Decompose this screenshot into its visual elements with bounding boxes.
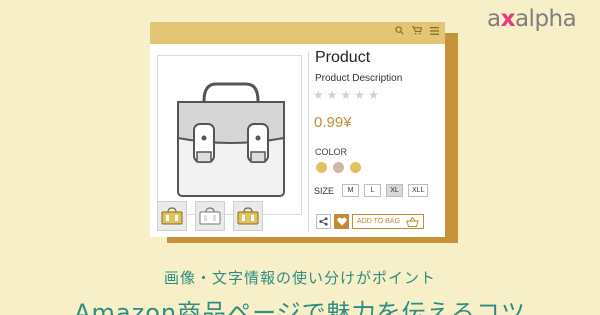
- product-price: 0.99¥: [314, 114, 352, 131]
- add-to-bag-button[interactable]: ADD TO BAG: [352, 214, 424, 229]
- size-option-selected[interactable]: XL: [386, 184, 404, 197]
- briefcase-icon: [177, 82, 285, 197]
- thumbnail-gold[interactable]: [157, 201, 187, 231]
- share-icon: [319, 217, 328, 226]
- size-option[interactable]: L: [364, 184, 382, 197]
- size-selector: SIZE M L XL XLL: [314, 184, 429, 197]
- thumbnail-white[interactable]: [195, 201, 225, 231]
- rating-stars[interactable]: ★ ★ ★ ★ ★: [313, 88, 379, 102]
- product-card: Product Product Description ★ ★ ★ ★ ★ 0.…: [150, 22, 445, 237]
- share-button[interactable]: [316, 214, 331, 229]
- star-icon[interactable]: ★: [327, 88, 338, 102]
- product-title: Product: [315, 49, 371, 66]
- color-swatch[interactable]: [316, 162, 327, 173]
- card-header: [150, 22, 445, 44]
- cart-icon[interactable]: [412, 26, 422, 35]
- divider: [308, 52, 309, 232]
- wishlist-button[interactable]: [334, 214, 349, 229]
- search-icon[interactable]: [395, 26, 404, 35]
- product-description: Product Description: [315, 73, 403, 84]
- action-row: ADD TO BAG: [316, 214, 424, 229]
- color-label: COLOR: [315, 147, 348, 157]
- size-label: SIZE: [314, 185, 335, 196]
- axalpha-logo: axalpha: [487, 6, 577, 32]
- color-swatch[interactable]: [350, 162, 361, 173]
- star-icon[interactable]: ★: [313, 88, 324, 102]
- color-swatch[interactable]: [333, 162, 344, 173]
- thumbnail-gold-2[interactable]: [233, 201, 263, 231]
- page-title: Amazon商品ページで魅力を伝えるコツ: [74, 299, 526, 315]
- color-swatches: [316, 162, 361, 173]
- subtitle: 画像・文字情報の使い分けがポイント: [163, 269, 436, 287]
- star-icon[interactable]: ★: [368, 88, 379, 102]
- star-icon[interactable]: ★: [341, 88, 352, 102]
- product-main-image[interactable]: [157, 55, 302, 215]
- star-icon[interactable]: ★: [354, 88, 365, 102]
- size-option[interactable]: XLL: [408, 184, 429, 197]
- menu-icon[interactable]: [430, 26, 439, 35]
- add-to-bag-label: ADD TO BAG: [357, 218, 400, 225]
- thumbnail-strip: [157, 201, 263, 231]
- heart-icon: [336, 217, 347, 226]
- basket-icon: [406, 216, 419, 227]
- size-option[interactable]: M: [342, 184, 360, 197]
